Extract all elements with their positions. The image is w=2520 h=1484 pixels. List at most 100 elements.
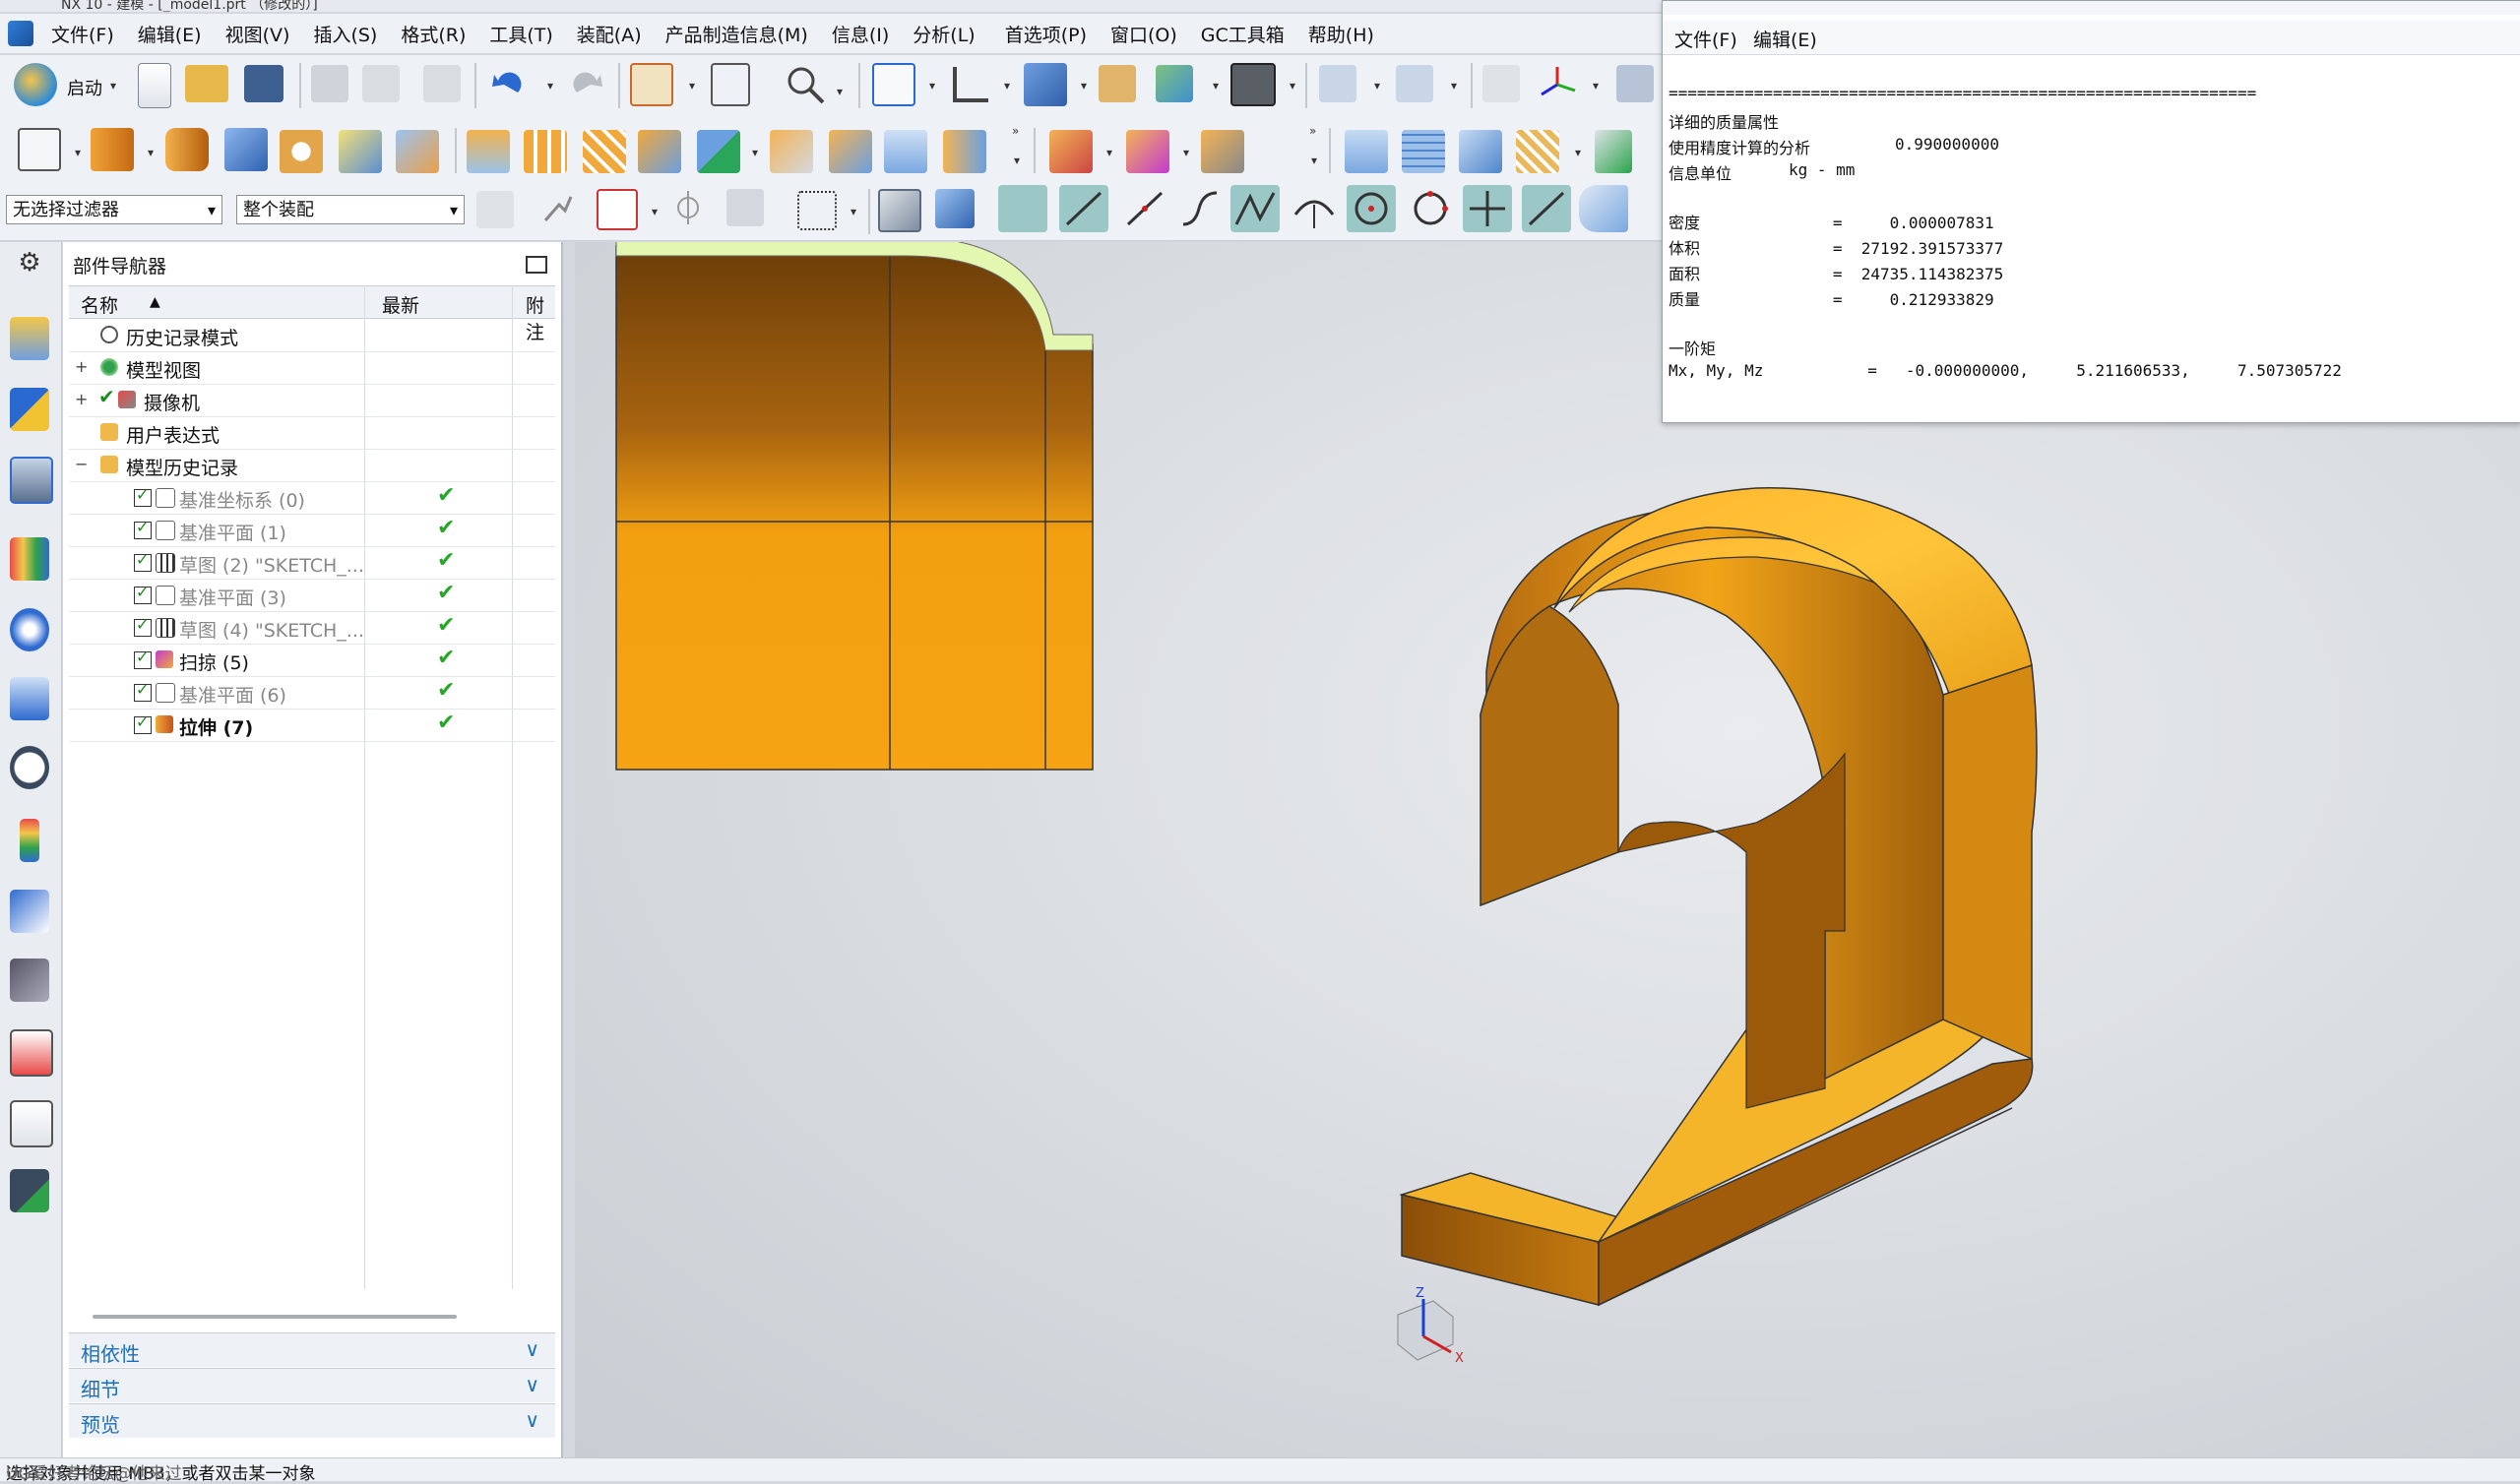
info-window-titlebar[interactable]	[1663, 1, 2520, 15]
curve-on-surface-icon[interactable]	[1595, 130, 1632, 173]
redo-icon[interactable]	[567, 67, 606, 100]
menu-format[interactable]: 格式(R)	[389, 21, 477, 47]
synchronous-move-icon[interactable]	[1049, 130, 1093, 173]
isometric-part[interactable]	[1399, 487, 2038, 1307]
clock-icon[interactable]	[10, 746, 49, 789]
settings-gear-icon[interactable]: ⚙	[10, 248, 49, 291]
pattern-feature-icon[interactable]	[524, 130, 567, 173]
unite-icon[interactable]	[638, 130, 681, 173]
tree-node-datum-plane-1[interactable]: 基准平面 (1) ✔	[69, 514, 555, 547]
visibility-checkbox[interactable]	[134, 615, 152, 637]
menu-help[interactable]: 帮助(H)	[1296, 21, 1386, 47]
expand-icon[interactable]: +	[75, 390, 88, 408]
extrude-icon[interactable]	[91, 128, 134, 171]
visibility-checkbox[interactable]	[134, 550, 152, 572]
block-icon[interactable]	[224, 128, 268, 171]
tree-node-extrude-7[interactable]: 拉伸 (7) ✔	[69, 709, 555, 742]
tree-node-datum-csys[interactable]: 基准坐标系 (0) ✔	[69, 481, 555, 515]
copy-icon[interactable]	[362, 65, 400, 102]
snap-point-on-surface-icon[interactable]	[1522, 185, 1571, 232]
snap-intersection-icon[interactable]	[1230, 185, 1280, 232]
shell-icon[interactable]	[396, 130, 439, 173]
draft-icon[interactable]	[829, 130, 872, 173]
panel-preview[interactable]: 预览 ∨	[69, 1403, 555, 1438]
tree-node-datum-plane-6[interactable]: 基准平面 (6) ✔	[69, 676, 555, 710]
transform-icon[interactable]	[1396, 65, 1433, 102]
expand-icon[interactable]: +	[75, 357, 88, 376]
maximize-icon[interactable]	[526, 256, 547, 274]
info-menu-file[interactable]: 文件(F)	[1674, 26, 1737, 52]
studio-surface-icon[interactable]	[1516, 130, 1559, 173]
web-browser-icon[interactable]	[10, 608, 49, 651]
assembly-scope-select[interactable]: 整个装配	[236, 195, 465, 225]
edge-blend-icon[interactable]	[339, 130, 382, 173]
menu-view[interactable]: 视图(V)	[214, 21, 302, 47]
column-name-header[interactable]: 名称	[81, 291, 118, 318]
pattern-geometry-icon[interactable]	[583, 130, 626, 173]
select-body-icon[interactable]	[935, 189, 975, 228]
revolve-icon[interactable]	[165, 128, 209, 171]
snap-endpoint-icon[interactable]	[1059, 185, 1108, 232]
menu-insert[interactable]: 插入(S)	[301, 21, 389, 47]
graphics-window[interactable]: Z X	[575, 242, 2520, 1457]
open-folder-icon[interactable]	[185, 65, 228, 102]
menu-analysis[interactable]: 分析(L)	[901, 21, 986, 47]
reuse-library-icon[interactable]	[10, 537, 49, 581]
visibility-checkbox[interactable]	[134, 583, 152, 604]
information-icon[interactable]	[711, 63, 750, 106]
new-file-icon[interactable]	[138, 63, 171, 108]
snap-arc-center-icon[interactable]	[1290, 185, 1339, 232]
visibility-checkbox[interactable]	[134, 518, 152, 539]
snap-midpoint-icon[interactable]	[1120, 185, 1169, 232]
undo-icon[interactable]	[488, 67, 528, 100]
wcs-icon[interactable]	[949, 63, 992, 106]
visibility-checkbox[interactable]	[134, 680, 152, 702]
panel-details[interactable]: 细节 ∨	[69, 1368, 555, 1402]
surface-icon[interactable]	[1345, 130, 1388, 173]
snap-all-icon[interactable]	[998, 185, 1047, 232]
rectangle-select-icon[interactable]	[797, 191, 837, 230]
save-icon[interactable]	[244, 65, 284, 102]
tree-node-user-expressions[interactable]: 用户表达式	[69, 416, 555, 450]
delete-face-icon[interactable]	[1126, 130, 1169, 173]
select-face-icon[interactable]	[878, 189, 921, 232]
front-view-part[interactable]	[615, 242, 1094, 771]
sort-ascending-icon[interactable]: ▲	[150, 294, 160, 310]
nx-logo-icon[interactable]	[8, 21, 33, 46]
extensions-icon[interactable]	[10, 1169, 49, 1212]
subtract-icon[interactable]	[697, 130, 740, 173]
process-studio-icon[interactable]	[20, 819, 39, 862]
menu-gc-toolbox[interactable]: GC工具箱	[1189, 21, 1296, 47]
move-object-icon[interactable]	[1319, 65, 1356, 102]
tree-node-history-mode[interactable]: 历史记录模式	[69, 319, 555, 352]
offset-face-icon[interactable]	[467, 130, 510, 173]
tree-node-datum-plane-3[interactable]: 基准平面 (3) ✔	[69, 579, 555, 612]
orient-icon[interactable]	[1616, 65, 1654, 102]
visibility-checkbox[interactable]	[134, 648, 152, 669]
csys-icon[interactable]	[1536, 63, 1579, 106]
menu-edit[interactable]: 编辑(E)	[126, 21, 214, 47]
shaded-cube-icon[interactable]	[1024, 63, 1067, 106]
fit-view-icon[interactable]	[872, 63, 915, 106]
snap-bounded-grid-icon[interactable]	[1579, 185, 1628, 232]
tree-node-sketch-4[interactable]: 草图 (4) "SKETCH_... ✔	[69, 611, 555, 645]
menu-pmi[interactable]: 产品制造信息(M)	[654, 21, 820, 47]
history-palette-icon[interactable]	[10, 677, 49, 720]
type-filter-select[interactable]: 无选择过滤器	[6, 195, 222, 225]
hole-icon[interactable]	[280, 130, 323, 173]
menu-window[interactable]: 窗口(O)	[1099, 21, 1189, 47]
snap-point-icon[interactable]	[597, 189, 638, 230]
constraint-navigator-icon[interactable]	[10, 388, 49, 431]
vector-constructor-icon[interactable]	[726, 189, 764, 226]
snap-point-on-curve-icon[interactable]	[1463, 185, 1512, 232]
drawing-layout-icon[interactable]	[630, 63, 673, 106]
roles-icon[interactable]	[10, 958, 49, 1002]
manufacturing-wizard-icon[interactable]	[10, 890, 49, 933]
snap-quadrant-icon[interactable]	[1347, 185, 1396, 232]
part-navigator-icon[interactable]	[10, 457, 53, 504]
collapse-icon[interactable]: −	[75, 455, 88, 473]
replace-face-icon[interactable]	[1201, 130, 1244, 173]
assembly-navigator-icon[interactable]	[10, 317, 49, 360]
visibility-checkbox[interactable]	[134, 485, 152, 507]
menu-assembly[interactable]: 装配(A)	[565, 21, 654, 47]
